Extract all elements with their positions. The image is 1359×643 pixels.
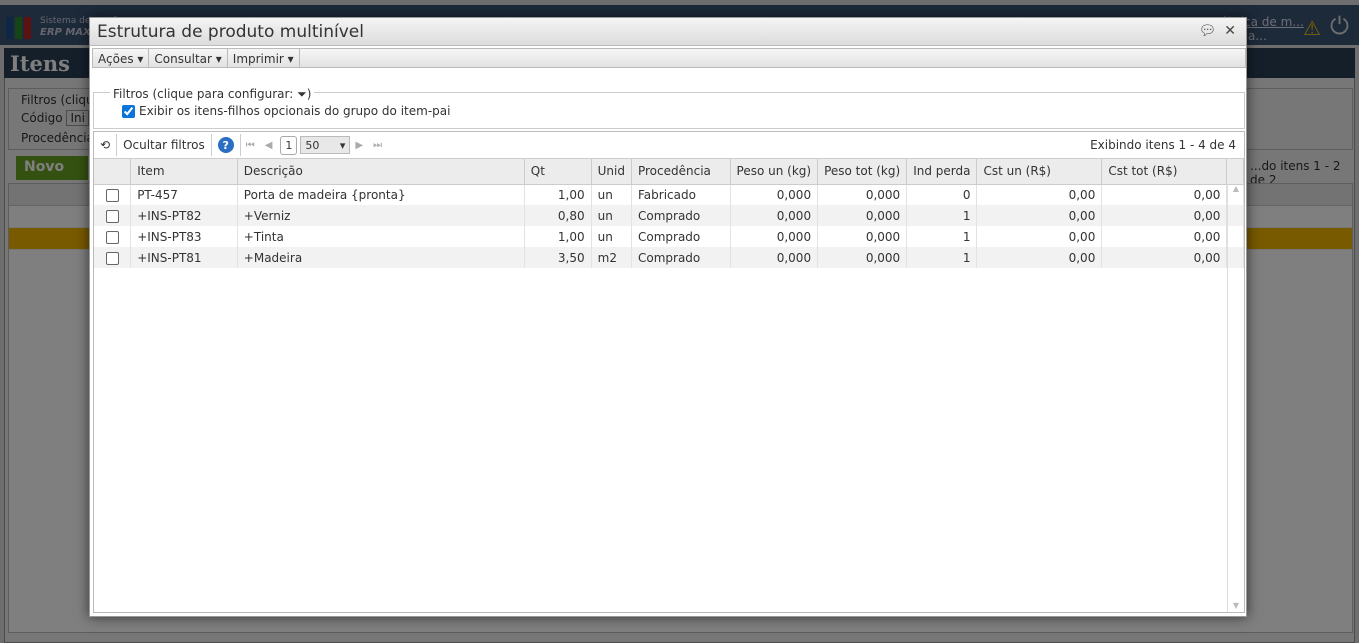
cell-loss-index: 1 xyxy=(906,226,978,247)
cell-qty: 1,00 xyxy=(524,226,592,247)
items-count: Exibindo itens 1 - 4 de 4 xyxy=(1090,138,1236,152)
hide-filters-button[interactable]: Ocultar filtros xyxy=(117,134,212,156)
menu-print[interactable]: Imprimir ▾ xyxy=(228,49,300,67)
cell-procedence: Comprado xyxy=(631,226,731,247)
filters-fieldset: Filtros (clique para configurar: ⏷) Exib… xyxy=(93,87,1245,129)
row-checkbox[interactable] xyxy=(105,209,119,223)
cell-unit: un xyxy=(591,226,632,247)
cell-procedence: Comprado xyxy=(631,205,731,226)
cell-total-weight: 0,000 xyxy=(817,205,908,226)
table-row[interactable]: +INS-PT83 +Tinta 1,00 un Comprado 0,000 0,000 1… xyxy=(94,226,1244,247)
refresh-icon[interactable]: ⟲ xyxy=(94,134,118,156)
first-page-icon[interactable]: ⏮ xyxy=(246,140,255,151)
cell-loss-index: 0 xyxy=(906,184,978,205)
next-page-icon[interactable]: ▶ xyxy=(355,140,363,151)
row-checkbox[interactable] xyxy=(105,230,119,244)
optional-children-checkbox[interactable] xyxy=(122,104,135,118)
cell-unit-cost: 0,00 xyxy=(976,205,1103,226)
column-header-unit-weight[interactable]: Peso un (kg) xyxy=(730,159,819,185)
cell-description: +Verniz xyxy=(237,205,525,226)
multilevel-structure-dialog: Estrutura de produto multinível 💬︎ ✕ Açõe… xyxy=(89,17,1247,617)
cell-unit: un xyxy=(591,184,632,205)
dialog-title: Estrutura de produto multinível xyxy=(97,22,364,42)
column-header-qty[interactable]: Qt xyxy=(524,159,592,185)
cell-loss-index: 1 xyxy=(906,247,978,268)
cell-item: +INS-PT81 xyxy=(130,247,238,268)
grid-toolbar: ⟲ Ocultar filtros ? ⏮ ◀ 1 50 ▾ ▶ ⏭ Exibin… xyxy=(94,132,1244,159)
column-header-unit-cost[interactable]: Cst un (R$) xyxy=(976,159,1103,185)
column-header-procedence[interactable]: Procedência xyxy=(631,159,731,185)
cell-total-weight: 0,000 xyxy=(817,184,908,205)
cell-description: +Madeira xyxy=(237,247,525,268)
cell-total-cost: 0,00 xyxy=(1101,226,1228,247)
page-size-select[interactable]: 50 ▾ xyxy=(300,136,351,154)
table-row[interactable]: +INS-PT82 +Verniz 0,80 un Comprado 0,000 0,000… xyxy=(94,205,1244,226)
cell-unit-cost: 0,00 xyxy=(976,184,1103,205)
cell-description: +Tinta xyxy=(237,226,525,247)
cell-unit-weight: 0,000 xyxy=(730,184,819,205)
cell-unit-cost: 0,00 xyxy=(976,226,1103,247)
close-icon[interactable]: ✕ xyxy=(1224,23,1236,39)
menu-consult[interactable]: Consultar ▾ xyxy=(149,49,228,67)
cell-procedence: Comprado xyxy=(631,247,731,268)
cell-unit-weight: 0,000 xyxy=(730,226,819,247)
cell-total-cost: 0,00 xyxy=(1101,205,1228,226)
cell-total-weight: 0,000 xyxy=(817,226,908,247)
cell-item: +INS-PT82 xyxy=(130,205,238,226)
cell-total-cost: 0,00 xyxy=(1101,184,1228,205)
row-checkbox[interactable] xyxy=(105,251,119,265)
cell-qty: 1,00 xyxy=(524,184,592,205)
cell-procedence: Fabricado xyxy=(631,184,731,205)
cell-unit-cost: 0,00 xyxy=(976,247,1103,268)
row-checkbox[interactable] xyxy=(105,188,119,202)
cell-total-cost: 0,00 xyxy=(1101,247,1228,268)
column-header-total-cost[interactable]: Cst tot (R$) xyxy=(1101,159,1228,185)
cell-unit-weight: 0,000 xyxy=(730,205,819,226)
cell-total-weight: 0,000 xyxy=(817,247,908,268)
comment-icon[interactable]: 💬︎ xyxy=(1198,23,1216,39)
column-header-total-weight[interactable]: Peso tot (kg) xyxy=(817,159,908,185)
menu-bar: Ações ▾ Consultar ▾ Imprimir ▾ xyxy=(92,48,1246,68)
chevron-down-icon: ▾ xyxy=(339,138,346,152)
cell-item: PT-457 xyxy=(130,184,238,205)
help-icon[interactable]: ? xyxy=(217,137,234,153)
table-row[interactable]: +INS-PT81 +Madeira 3,50 m2 Comprado 0,000 0,00… xyxy=(94,247,1244,268)
optional-children-option[interactable]: Exibir os itens-filhos opcionais do grup… xyxy=(122,104,450,118)
cell-qty: 0,80 xyxy=(524,205,592,226)
vertical-scrollbar[interactable]: ▲ ▼ xyxy=(1227,184,1244,612)
cell-unit: un xyxy=(591,205,632,226)
menu-actions[interactable]: Ações ▾ xyxy=(93,49,150,67)
column-header-loss-index[interactable]: Ind perda xyxy=(906,159,978,185)
page-number-input[interactable]: 1 xyxy=(280,135,298,155)
cell-qty: 3,50 xyxy=(524,247,592,268)
last-page-icon[interactable]: ⏭ xyxy=(373,140,382,151)
cell-unit: m2 xyxy=(591,247,632,268)
table-row[interactable]: PT-457 Porta de madeira {pronta} 1,00 un Fab… xyxy=(94,184,1244,205)
column-header-unit[interactable]: Unid xyxy=(591,159,632,185)
structure-table: Item Descrição Qt Unid Procedência Peso un (k… xyxy=(94,159,1244,268)
cell-unit-weight: 0,000 xyxy=(730,247,819,268)
filters-legend[interactable]: Filtros (clique para configurar: ⏷) xyxy=(110,87,315,102)
prev-page-icon[interactable]: ◀ xyxy=(265,140,273,151)
cell-item: +INS-PT83 xyxy=(130,226,238,247)
cell-description: Porta de madeira {pronta} xyxy=(237,184,525,205)
column-header-item[interactable]: Item xyxy=(130,159,238,185)
cell-loss-index: 1 xyxy=(906,205,978,226)
structure-grid: ⟲ Ocultar filtros ? ⏮ ◀ 1 50 ▾ ▶ ⏭ Exibin… xyxy=(93,131,1245,613)
filter-icon[interactable]: ⏷ xyxy=(297,87,307,101)
column-header-description[interactable]: Descrição xyxy=(237,159,525,185)
